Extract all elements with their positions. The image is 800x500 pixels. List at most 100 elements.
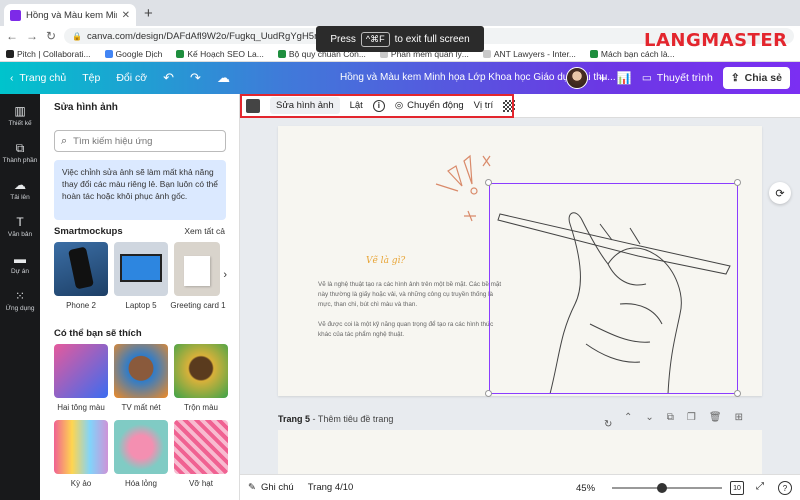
- flip-button[interactable]: Lật: [350, 100, 363, 111]
- browser-tab-bar: Hồng và Màu kem Minh họa Lớ ✕ +: [0, 0, 800, 26]
- info-icon[interactable]: i: [372, 99, 385, 112]
- add-collaborator-icon[interactable]: +: [598, 70, 607, 87]
- redo-icon[interactable]: ↷: [190, 70, 201, 86]
- rotate-icon[interactable]: ⟳: [769, 182, 791, 204]
- bookmark-item[interactable]: ANT Lawyers - Inter...: [482, 49, 576, 59]
- delete-page-icon[interactable]: 🗑: [709, 412, 722, 423]
- resize-button[interactable]: Đổi cỡ: [116, 72, 147, 84]
- phone-image: [68, 246, 94, 290]
- rail-item-text[interactable]: T Văn bản: [8, 215, 32, 238]
- card-image: [184, 256, 210, 286]
- tab-title: Hồng và Màu kem Minh họa Lớ: [26, 9, 117, 21]
- effect-label: Trộn màu: [184, 403, 218, 412]
- page-indicator[interactable]: Trang 4/10: [308, 482, 354, 493]
- resize-handle[interactable]: [485, 390, 492, 397]
- lock-icon: 🔒: [72, 31, 83, 41]
- home-button[interactable]: ‹ Trang chủ: [10, 72, 66, 84]
- position-button[interactable]: Vị trí: [474, 100, 494, 111]
- layout-icon: ▥: [14, 104, 26, 118]
- reload-icon[interactable]: ↻: [46, 29, 56, 43]
- info-message: Việc chỉnh sửa ảnh sẽ làm mất khả năng t…: [54, 160, 226, 220]
- editor-footer: ✎ Ghi chú Trang 4/10 45% 10 ⤢ ?: [240, 474, 800, 500]
- effect-label: TV mất nét: [121, 403, 161, 412]
- transparency-icon[interactable]: [503, 99, 516, 112]
- close-tab-icon[interactable]: ✕: [122, 10, 130, 21]
- edit-image-panel: Sửa hình ảnh ⌕ Việc chỉnh sửa ảnh sẽ làm…: [40, 94, 240, 500]
- avatar[interactable]: [566, 67, 589, 89]
- share-button[interactable]: ⇪ Chia sẻ: [722, 67, 790, 89]
- grid-view-button[interactable]: 10: [730, 481, 744, 495]
- slide-paragraph[interactable]: Vẽ được coi là một kỹ năng quan trọng để…: [318, 320, 508, 340]
- rail-item-uploads[interactable]: ☁ Tải lên: [10, 178, 30, 201]
- mockup-card[interactable]: [174, 242, 220, 296]
- browser-tab[interactable]: Hồng và Màu kem Minh họa Lớ ✕: [4, 4, 136, 26]
- forward-arrow-icon[interactable]: →: [26, 29, 38, 43]
- new-tab-icon[interactable]: +: [144, 5, 153, 22]
- search-input[interactable]: [73, 135, 219, 147]
- move-down-icon[interactable]: ⌄: [645, 412, 653, 423]
- slide-paragraph[interactable]: Vẽ là nghệ thuật tạo ra các hình ảnh trê…: [318, 280, 508, 310]
- slide-heading[interactable]: Vẽ là gì?: [366, 256, 405, 266]
- undo-icon[interactable]: ↶: [163, 70, 174, 86]
- cloud-save-icon[interactable]: ☁: [217, 70, 230, 86]
- add-page-icon[interactable]: ⊞: [735, 412, 743, 423]
- back-arrow-icon[interactable]: ←: [6, 29, 18, 43]
- rail-item-design[interactable]: ▥ Thiết kế: [8, 104, 31, 127]
- effect-duotone[interactable]: [54, 344, 108, 398]
- regenerate-icon[interactable]: ↻: [604, 419, 612, 430]
- mockup-label: Laptop 5: [125, 301, 157, 310]
- effect-label: Hóa lỏng: [124, 479, 158, 488]
- fullscreen-toast: Press ^⌘F to exit full screen: [316, 26, 484, 52]
- notes-button[interactable]: ✎ Ghi chú: [248, 482, 294, 493]
- effect-pixelate[interactable]: [174, 420, 228, 474]
- slide-page-5[interactable]: [278, 430, 762, 474]
- copy-page-icon[interactable]: ❐: [687, 412, 696, 423]
- analytics-icon[interactable]: 📊: [617, 71, 632, 85]
- mockup-label: Phone 2: [66, 301, 96, 310]
- editor-header: ‹ Trang chủ Tệp Đổi cỡ ↶ ↷ ☁ Hồng và Màu…: [0, 62, 800, 94]
- color-swatch[interactable]: [246, 98, 260, 113]
- present-button[interactable]: ▭ Thuyết trình: [642, 72, 713, 84]
- panel-title: Sửa hình ảnh: [54, 102, 118, 113]
- bookmark-icon: [6, 49, 14, 58]
- bookmark-icon: [482, 49, 491, 58]
- rail-item-projects[interactable]: ▬ Dự án: [11, 252, 29, 275]
- smartmockups-title: Smartmockups: [54, 226, 123, 237]
- file-menu-button[interactable]: Tệp: [82, 72, 100, 84]
- resize-handle[interactable]: [485, 179, 492, 186]
- left-nav-rail: ▥ Thiết kế ⧉ Thành phần ☁ Tải lên T Văn bản …: [0, 94, 40, 500]
- zoom-slider-knob[interactable]: [657, 483, 667, 493]
- rail-item-apps[interactable]: ⁙ Ứng dụng: [5, 289, 34, 312]
- bookmark-item[interactable]: Kế Hoạch SEO La...: [176, 49, 264, 59]
- resize-handle[interactable]: [734, 179, 741, 186]
- image-selection-frame[interactable]: [489, 183, 738, 394]
- chevron-right-icon[interactable]: ›: [223, 269, 227, 281]
- see-all-link[interactable]: Xem tất cả: [184, 226, 225, 236]
- page-actions: ⌃ ⌄ ⧉ ❐ 🗑 ⊞: [624, 412, 743, 423]
- bookmark-item[interactable]: Google Dịch: [104, 49, 162, 59]
- effects-search[interactable]: ⌕: [54, 130, 226, 152]
- effect-blend[interactable]: [174, 344, 228, 398]
- zoom-slider[interactable]: [612, 483, 722, 493]
- edit-image-button[interactable]: Sửa hình ảnh: [270, 97, 340, 114]
- animate-button[interactable]: ◎ Chuyển động: [395, 100, 464, 111]
- mockup-label: Greeting card 1: [170, 301, 226, 310]
- canvas-area: Sửa hình ảnh Lật i ◎ Chuyển động Vị trí V…: [240, 94, 800, 474]
- mockup-laptop[interactable]: [114, 242, 168, 296]
- present-icon: ▭: [641, 72, 652, 84]
- effect-label: Kỳ ảo: [70, 479, 92, 488]
- bookmark-item[interactable]: Pitch | Collaborati...: [6, 49, 91, 59]
- move-up-icon[interactable]: ⌃: [624, 412, 632, 423]
- rail-item-elements[interactable]: ⧉ Thành phần: [3, 141, 38, 164]
- help-icon[interactable]: ?: [778, 481, 792, 495]
- effect-tv-glitch[interactable]: [114, 344, 168, 398]
- mockup-phone[interactable]: [54, 242, 108, 296]
- resize-handle[interactable]: [734, 390, 741, 397]
- bookmark-icon: [277, 49, 286, 58]
- effect-fantasy[interactable]: [54, 420, 108, 474]
- slide-page-4[interactable]: Vẽ là gì? Vẽ là nghệ thuật tạo ra các hì…: [278, 126, 762, 397]
- apps-icon: ⁙: [14, 289, 26, 303]
- effect-liquify[interactable]: [114, 420, 168, 474]
- duplicate-page-icon[interactable]: ⧉: [667, 412, 674, 423]
- fullscreen-icon[interactable]: ⤢: [756, 481, 764, 492]
